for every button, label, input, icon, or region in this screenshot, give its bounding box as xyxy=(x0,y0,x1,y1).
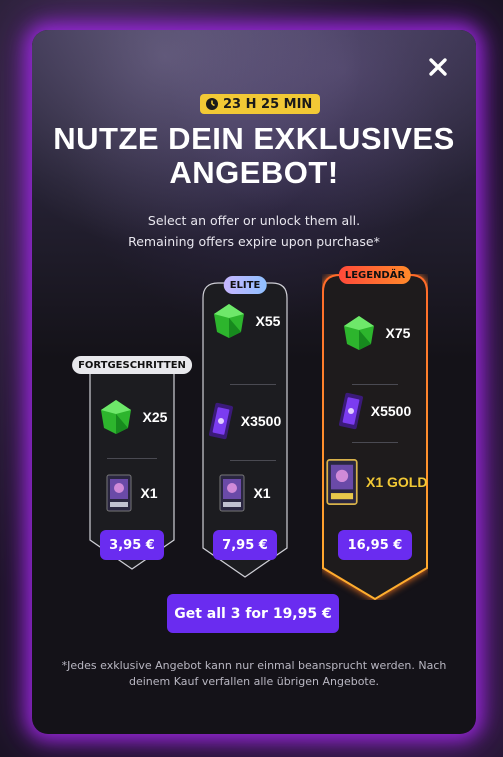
offer-badge: FORTGESCHRITTEN xyxy=(72,356,192,374)
divider xyxy=(230,384,276,385)
offer-item-card-pack: X1 xyxy=(89,474,175,512)
divider xyxy=(230,460,276,461)
offer-item-gems: X75 xyxy=(322,314,428,352)
item-quantity: X5500 xyxy=(370,403,412,419)
offer-badge: LEGENDÄR xyxy=(338,266,412,284)
item-quantity: X3500 xyxy=(240,413,282,429)
offer-card-advanced[interactable]: FORTGESCHRITTEN X25 X1 3,95 € xyxy=(72,356,192,570)
offer-item-gold-pack: X1 GOLD xyxy=(322,458,428,506)
offer-item-tickets: X3500 xyxy=(202,402,288,440)
offer-item-tickets: X5500 xyxy=(322,392,428,430)
card-pack-icon xyxy=(106,474,132,512)
buy-button-legendary[interactable]: 16,95 € xyxy=(338,530,412,560)
item-quantity: X1 xyxy=(253,485,271,501)
buy-all-button[interactable]: Get all 3 for 19,95 € xyxy=(167,594,339,633)
purple-ticket-icon xyxy=(338,392,363,430)
offer-subtitle: Select an offer or unlock them all. Rema… xyxy=(128,213,380,249)
clock-icon xyxy=(206,98,218,110)
purple-ticket-icon xyxy=(208,402,233,440)
item-quantity: X25 xyxy=(142,409,168,425)
page-title: NUTZE DEIN EXKLUSIVES ANGEBOT! xyxy=(53,121,455,190)
green-gem-icon xyxy=(343,316,374,350)
offer-item-card-pack: X1 xyxy=(202,474,288,512)
buy-button-elite[interactable]: 7,95 € xyxy=(213,530,277,560)
offer-card-legendary[interactable]: LEGENDÄR X75 X5500 X1 GOLD 16,95 € xyxy=(322,266,428,600)
footnote-disclaimer: *Jedes exklusive Angebot kann nur einmal… xyxy=(61,659,447,688)
card-pack-icon xyxy=(326,458,358,506)
countdown-text: 23 H 25 MIN xyxy=(223,96,313,112)
exclusive-offer-modal: 23 H 25 MIN NUTZE DEIN EXKLUSIVES ANGEBO… xyxy=(32,30,476,734)
divider xyxy=(107,458,157,459)
close-button[interactable] xyxy=(427,56,449,78)
item-quantity-gold: X1 GOLD xyxy=(366,474,428,490)
countdown-timer: 23 H 25 MIN xyxy=(200,94,321,114)
item-quantity: X1 xyxy=(140,485,158,501)
divider xyxy=(352,384,398,385)
offer-item-gems: X55 xyxy=(202,302,288,340)
divider xyxy=(352,442,398,443)
item-quantity: X55 xyxy=(255,313,281,329)
green-gem-icon xyxy=(213,304,244,338)
close-icon xyxy=(429,58,447,76)
green-gem-icon xyxy=(100,400,131,434)
offer-badge: ELITE xyxy=(223,276,267,294)
item-quantity: X75 xyxy=(385,325,411,341)
offer-item-gems: X25 xyxy=(89,398,175,436)
card-pack-icon xyxy=(219,474,245,512)
buy-button-advanced[interactable]: 3,95 € xyxy=(100,530,164,560)
offer-card-elite[interactable]: ELITE X55 X3500 X1 7,95 € xyxy=(202,276,288,578)
